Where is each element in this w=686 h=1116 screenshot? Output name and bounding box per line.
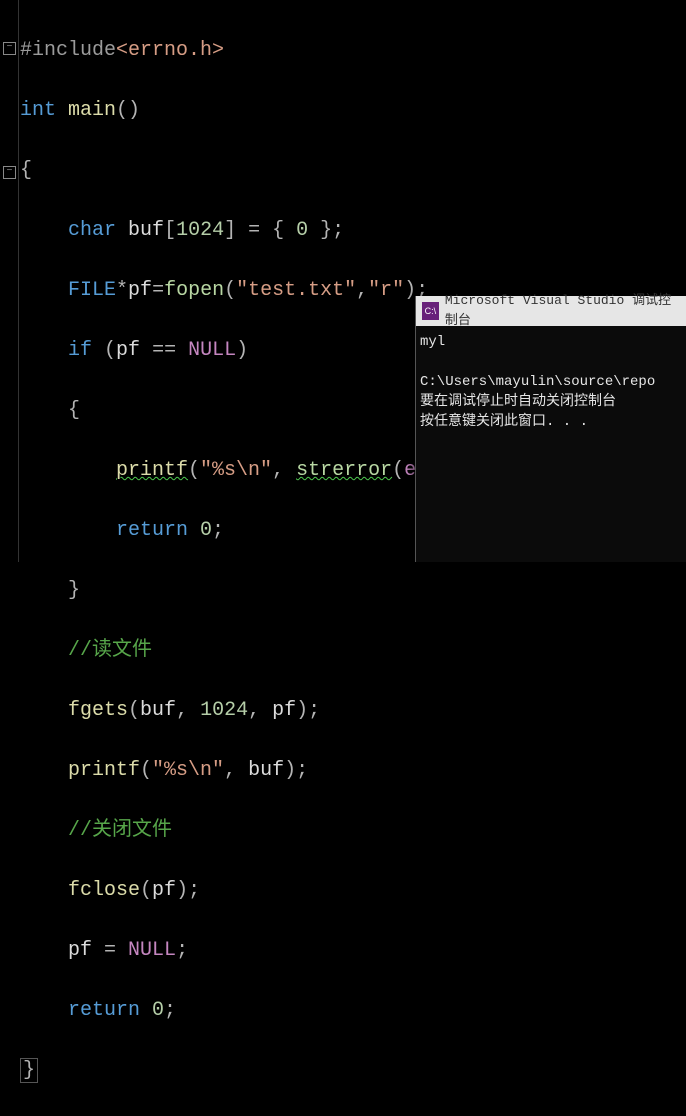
- vs-icon: C:\: [422, 302, 439, 320]
- code-line: {: [20, 156, 500, 186]
- code-line: fgets(buf, 1024, pf);: [20, 696, 500, 726]
- console-line: myl: [420, 334, 445, 350]
- fold-toggle-main[interactable]: −: [3, 42, 16, 55]
- function-strerror: strerror: [296, 459, 392, 482]
- console-line: 按任意键关闭此窗口. . .: [420, 414, 588, 430]
- code-line: //关闭文件: [20, 816, 500, 846]
- ident-buf: buf: [128, 219, 164, 242]
- keyword-int: int: [20, 99, 56, 122]
- console-titlebar[interactable]: C:\ Microsoft Visual Studio 调试控制台: [416, 296, 686, 326]
- comment-read-file: //读文件: [68, 639, 152, 662]
- code-line: //读文件: [20, 636, 500, 666]
- code-line: pf = NULL;: [20, 936, 500, 966]
- function-main: main: [68, 99, 116, 122]
- console-output: myl C:\Users\mayulin\source\repo 要在调试停止时…: [416, 326, 686, 438]
- console-title-text: Microsoft Visual Studio 调试控制台: [445, 291, 681, 331]
- comment-close-file: //关闭文件: [68, 819, 172, 842]
- keyword-char: char: [68, 219, 116, 242]
- preprocessor-directive: #include: [20, 39, 116, 62]
- code-line: char buf[1024] = { 0 };: [20, 216, 500, 246]
- fold-toggle-if[interactable]: −: [3, 166, 16, 179]
- code-line: printf("%s\n", buf);: [20, 756, 500, 786]
- code-line: int main(): [20, 96, 500, 126]
- editor-gutter: − −: [0, 0, 19, 562]
- debug-console-window[interactable]: C:\ Microsoft Visual Studio 调试控制台 myl C:…: [415, 296, 686, 562]
- ident-pf: pf: [128, 279, 152, 302]
- code-line: #include<errno.h>: [20, 36, 500, 66]
- code-line: }: [20, 1056, 500, 1086]
- function-fopen: fopen: [164, 279, 224, 302]
- keyword-return: return: [68, 999, 140, 1022]
- macro-null: NULL: [188, 339, 236, 362]
- code-line: return 0;: [20, 996, 500, 1026]
- console-line: C:\Users\mayulin\source\repo: [420, 374, 655, 390]
- code-line: fclose(pf);: [20, 876, 500, 906]
- keyword-if: if: [68, 339, 92, 362]
- function-printf: printf: [68, 759, 140, 782]
- console-line: 要在调试停止时自动关闭控制台: [420, 394, 616, 410]
- type-file: FILE: [68, 279, 116, 302]
- function-printf: printf: [116, 459, 188, 482]
- header-name: <errno.h>: [116, 39, 224, 62]
- function-fgets: fgets: [68, 699, 128, 722]
- brace-match-highlight: }: [20, 1058, 38, 1083]
- keyword-return: return: [116, 519, 188, 542]
- code-line: }: [20, 576, 500, 606]
- function-fclose: fclose: [68, 879, 140, 902]
